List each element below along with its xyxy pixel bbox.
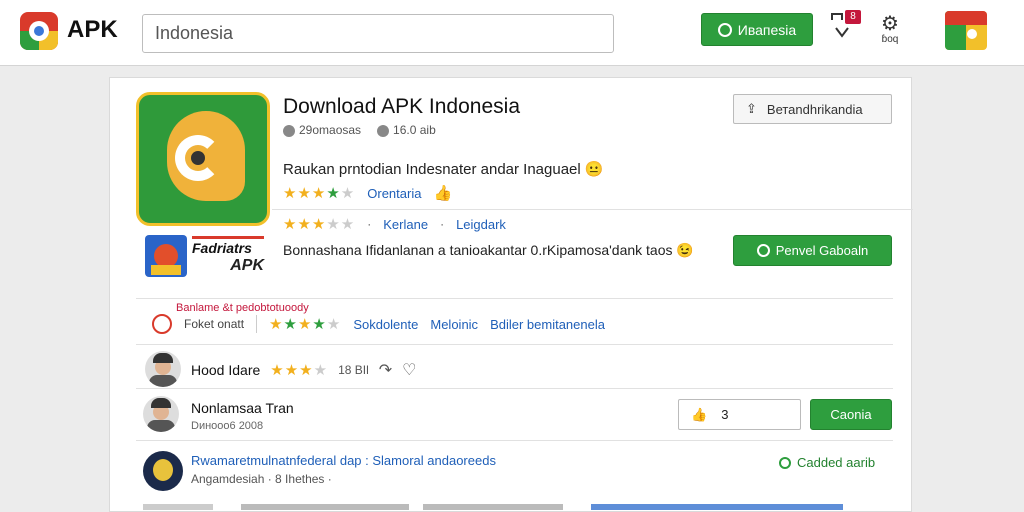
- download-count: 29omaosas: [299, 123, 362, 137]
- app-icon: [136, 92, 270, 226]
- settings-label: ɓoq: [881, 34, 899, 45]
- truncated-row: [143, 504, 843, 510]
- review-sub: Foket onatt: [184, 317, 245, 331]
- gear-icon: ⚙: [881, 13, 899, 35]
- notification-badge: 8: [845, 10, 861, 24]
- rating-link[interactable]: Orentaria: [367, 186, 421, 201]
- primary-action-label: Penvel Gaboaln: [775, 243, 869, 258]
- reviewer-avatar[interactable]: [143, 451, 183, 491]
- top-bar: APK Ивапеsia 8 ⚙ ɓoq: [0, 0, 1024, 66]
- share-icon[interactable]: ↷: [379, 360, 392, 380]
- review-link-1[interactable]: Sokdolente: [353, 317, 418, 332]
- rating-row-2: ★★★★★ · Kerlane · Leigdark: [283, 216, 506, 233]
- reviewer-name[interactable]: Nonlamsaa Tran: [191, 400, 294, 416]
- app-card: Download APK Indonesia 29omaosas 16.0 ai…: [109, 77, 913, 512]
- heart-icon[interactable]: ♡: [402, 360, 416, 380]
- download-button-label: Ветаndhrikandia: [766, 101, 863, 117]
- like-icon[interactable]: 👍: [433, 184, 452, 202]
- like-count: 3: [721, 407, 729, 422]
- search-input[interactable]: [142, 14, 614, 53]
- primary-action-button[interactable]: Penvel Gaboaln: [733, 235, 892, 266]
- review-title[interactable]: Rwamaretmulnatnfederal dap : Slamoral an…: [191, 453, 496, 468]
- notification-button[interactable]: 8: [830, 10, 864, 44]
- like-counter[interactable]: 👍 3: [678, 399, 801, 430]
- size-icon: [377, 124, 390, 137]
- app-meta: 29omaosas 16.0 aib: [283, 123, 436, 137]
- star-rating: ★★★★★: [283, 216, 356, 233]
- review-green-link[interactable]: Cadded aarib: [779, 455, 875, 470]
- language-button-label: Ивапеsia: [737, 21, 797, 38]
- link-2[interactable]: Leigdark: [456, 217, 506, 232]
- app-logo-icon[interactable]: [20, 12, 58, 50]
- thumbs-up-icon: 👍: [691, 406, 708, 422]
- divider: [136, 298, 893, 299]
- user-avatar[interactable]: [945, 11, 987, 50]
- app-size: 16.0 aib: [393, 123, 436, 137]
- phone-icon: [779, 456, 791, 469]
- download-count-icon: [283, 124, 295, 137]
- brand-name[interactable]: APK: [67, 16, 118, 44]
- review-link-3[interactable]: Bdiler bemitanenela: [490, 317, 605, 332]
- star-rating: ★★★★★: [269, 316, 342, 333]
- link-1[interactable]: Kerlane: [383, 217, 428, 232]
- review-heading: Banlame &t pedobtotuoody: [176, 302, 309, 314]
- review-link-2[interactable]: Meloinic: [430, 317, 478, 332]
- rating-row: ★★★★★ Orentaria 👍: [283, 184, 452, 202]
- separator: [256, 315, 258, 333]
- star-rating: ★★★★★: [283, 185, 356, 202]
- star-rating: ★★★★: [270, 362, 329, 379]
- review-summary-row: Foket onatt ★★★★★ Sokdolente Meloinic Bd…: [152, 314, 605, 334]
- reviewer-date: Dинооо6 2008: [191, 420, 264, 432]
- review-sub: Angamdesiah · 8 Ihethes ·: [191, 472, 332, 486]
- location-pin-icon: [152, 314, 172, 334]
- app-description: Raukan prntodian Indesnater andar Inagua…: [283, 161, 604, 178]
- chat-icon: [717, 22, 732, 37]
- review-rating-text: 18 BIl: [338, 363, 369, 377]
- reviewer-name[interactable]: Hood Idare: [191, 362, 260, 378]
- thumbnail-logo[interactable]: Fadriatrs APK: [192, 236, 264, 278]
- reviewer-avatar[interactable]: [145, 351, 181, 387]
- review-row: Hood Idare ★★★★ 18 BIl ↷ ♡: [191, 360, 417, 380]
- download-button[interactable]: ⇪ Ветаndhrikandia: [733, 94, 892, 124]
- app-title: Download APK Indonesia: [283, 95, 520, 118]
- review-green-link-label: Cadded aarib: [797, 455, 876, 470]
- language-button[interactable]: Ивапеsia: [701, 13, 813, 46]
- app-description-2: Bonnashana Ifidanlanan a tanioakantar 0.…: [283, 242, 694, 258]
- divider: [136, 388, 893, 389]
- divider: [136, 440, 893, 441]
- review-action-button[interactable]: Caonia: [810, 399, 892, 430]
- chat-icon: [756, 244, 770, 257]
- divider: [136, 344, 893, 345]
- thumbnail-icon[interactable]: [145, 235, 187, 277]
- download-icon: ⇪: [746, 101, 757, 116]
- reviewer-avatar[interactable]: [143, 396, 179, 432]
- settings-button[interactable]: ⚙ ɓoq: [874, 14, 906, 54]
- divider: [272, 209, 913, 210]
